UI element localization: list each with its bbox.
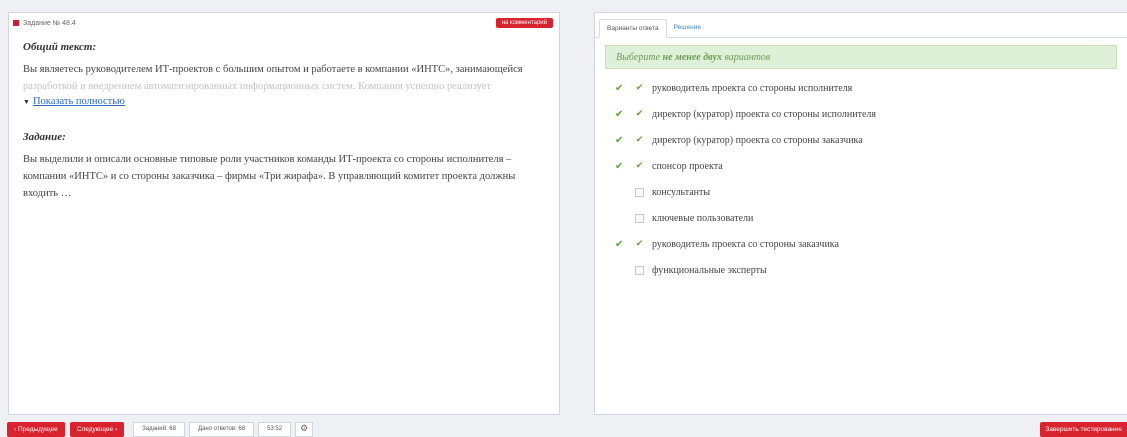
answer-option[interactable]: ✔ ✔ руководитель проекта со стороны исполн… [615,75,1127,101]
answer-option-label: директор (куратор) проекта со стороны ис… [652,108,876,120]
checkbox[interactable] [635,265,644,275]
notice-text-bold: не менее двух [662,51,722,63]
checkbox[interactable] [635,213,644,223]
answer-option[interactable]: ✔ ✔ директор (куратор) проекта со стороны … [615,101,1127,127]
show-full-link[interactable]: Показать полностью [33,96,125,107]
answer-option[interactable]: ✔ ✔ директор (куратор) проекта со стороны … [615,127,1127,153]
footer-bar: ‹ Предыдущее Следующее › Заданий: 68 Дан… [0,421,1127,437]
task-panel: Задание № 48.4 на комментарий Общий текс… [8,12,560,415]
correct-check-icon: ✔ [615,108,624,120]
common-text: Вы являетесь руководителем ИТ-проектов с… [23,64,523,75]
answer-options-list: ✔ ✔ руководитель проекта со стороны исполн… [595,75,1127,283]
answer-option-label: спонсор проекта [652,160,723,172]
chevron-down-icon: ▼ [23,97,30,106]
timer: 53:52 [258,421,292,437]
task-header: Задание № 48.4 на комментарий [9,13,559,33]
checkbox[interactable] [635,187,644,197]
answer-option-label: руководитель проекта со стороны заказчик… [652,238,839,250]
checkbox-checked[interactable]: ✔ [635,161,644,171]
answer-option-label: директор (куратор) проекта со стороны за… [652,134,863,146]
answer-option[interactable]: ключевые пользователи [615,205,1127,231]
correct-check-icon: ✔ [615,238,624,250]
answer-option[interactable]: ✔ ✔ спонсор проекта [615,153,1127,179]
task-title: Задание: [23,131,66,143]
task-number: Задание № 48.4 [23,19,76,27]
checkbox-checked[interactable]: ✔ [635,239,644,249]
task-text: Вы выделили и описали основные типовые р… [23,154,516,199]
notice-text-before: Выберите [616,51,661,63]
correct-check-icon: ✔ [615,82,624,94]
tasks-count: Заданий: 68 [133,421,185,437]
answer-option-label: руководитель проекта со стороны исполнит… [652,82,853,94]
finish-testing-button[interactable]: Завершить тестирование [1040,421,1127,437]
answer-option-label: консультанты [652,186,711,198]
answer-panel: Варианты ответа Решение Выберите не мене… [594,12,1127,415]
notice-text-after: вариантов [724,51,771,63]
correct-check-icon: ✔ [615,160,624,172]
checkbox-checked[interactable]: ✔ [635,83,644,93]
answer-option[interactable]: ✔ ✔ руководитель проекта со стороны заказч… [615,231,1127,257]
prev-button[interactable]: ‹ Предыдущее [7,421,65,437]
answer-tabs: Варианты ответа Решение [595,13,1127,38]
checkbox-checked[interactable]: ✔ [635,109,644,119]
show-full-toggle[interactable]: ▼ Показать полностью [23,96,545,107]
correct-check-icon: ✔ [615,134,624,146]
answers-count: Дано ответов: 68 [188,421,255,437]
comment-button[interactable]: на комментарий [495,18,553,28]
answer-option-label: функциональные эксперты [652,264,767,276]
answer-option-label: ключевые пользователи [652,212,754,224]
tab-solution[interactable]: Решение [667,19,708,38]
answer-option[interactable]: функциональные эксперты [615,257,1127,283]
gear-icon[interactable]: ⚙ [295,421,314,437]
task-flag-icon [13,20,19,26]
common-text-title: Общий текст: [23,41,97,53]
answer-option[interactable]: консультанты [615,179,1127,205]
checkbox-checked[interactable]: ✔ [635,135,644,145]
tab-answer-options[interactable]: Варианты ответа [599,19,667,38]
next-button[interactable]: Следующее › [69,421,125,437]
common-text-faded: разработкой и внедрением автоматизирован… [23,81,491,92]
selection-notice: Выберите не менее двух вариантов [605,45,1117,69]
